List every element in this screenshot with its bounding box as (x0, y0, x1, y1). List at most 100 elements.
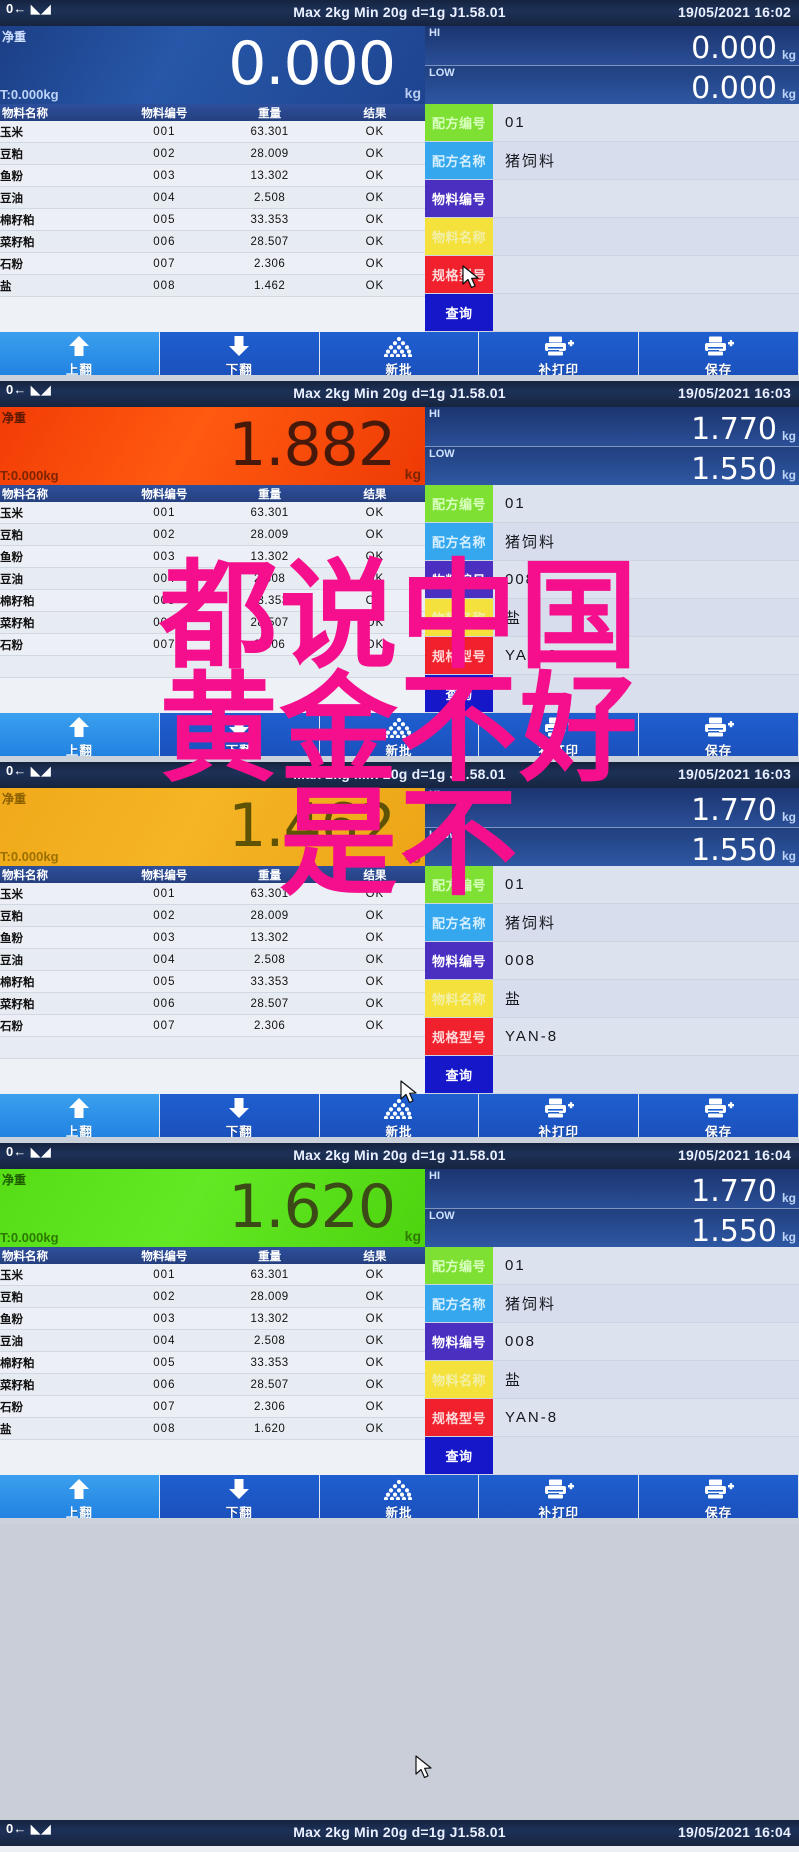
query-button[interactable]: 查询 (425, 1056, 493, 1093)
new-batch-button[interactable]: 新批 (319, 1475, 480, 1518)
table-row[interactable] (0, 655, 425, 678)
form-key-material-model[interactable]: 规格型号 (425, 1399, 493, 1436)
form-key-material-no[interactable]: 物料编号 (425, 180, 493, 217)
form-key-material-name[interactable]: 物料名称 (425, 599, 493, 636)
table-row[interactable]: 豆粕 002 28.009 OK (0, 523, 425, 546)
table-row[interactable]: 豆油 004 2.508 OK (0, 1329, 425, 1352)
reprint-button[interactable]: 补打印 (479, 1475, 640, 1518)
col-header-result: 结果 (324, 104, 425, 121)
form-value-material-name[interactable]: 盐 (493, 980, 799, 1017)
material-table: 物料名称 物料编号 重量 结果 玉米 001 63.301 OK 豆粕 002 28.009 OK 鱼粉… (0, 866, 425, 1059)
form-key-recipe-no[interactable]: 配方编号 (425, 1247, 493, 1284)
table-row[interactable]: 菜籽粕 006 28.507 OK (0, 992, 425, 1015)
form-value-material-no[interactable] (493, 180, 799, 217)
table-row[interactable]: 豆油 004 2.508 OK (0, 948, 425, 971)
form-value-material-no[interactable]: 008 (493, 561, 799, 598)
query-button[interactable]: 查询 (425, 675, 493, 712)
table-row[interactable]: 豆粕 002 28.009 OK (0, 1285, 425, 1308)
cell-weight: 63.301 (214, 883, 325, 905)
table-row[interactable]: 豆粕 002 28.009 OK (0, 904, 425, 927)
form-key-recipe-name[interactable]: 配方名称 (425, 1285, 493, 1322)
table-row[interactable]: 石粉 007 2.306 OK (0, 1395, 425, 1418)
table-row[interactable]: 菜籽粕 006 28.507 OK (0, 611, 425, 634)
form-key-material-model[interactable]: 规格型号 (425, 637, 493, 674)
table-row[interactable]: 棉籽粕 005 33.353 OK (0, 1351, 425, 1374)
table-row[interactable]: 豆油 004 2.508 OK (0, 186, 425, 209)
form-key-material-name[interactable]: 物料名称 (425, 218, 493, 255)
table-row[interactable]: 菜籽粕 006 28.507 OK (0, 230, 425, 253)
form-value-recipe-name[interactable]: 猪饲料 (493, 904, 799, 941)
table-row[interactable]: 盐 008 1.462 OK (0, 274, 425, 297)
form-value-material-name[interactable]: 盐 (493, 1361, 799, 1398)
form-key-recipe-no[interactable]: 配方编号 (425, 866, 493, 903)
form-value-recipe-name[interactable]: 猪饲料 (493, 142, 799, 179)
new-batch-button[interactable]: 新批 (319, 332, 480, 375)
table-row[interactable]: 石粉 007 2.306 OK (0, 1014, 425, 1037)
form-value-recipe-no[interactable]: 01 (493, 866, 799, 903)
form-key-material-no[interactable]: 物料编号 (425, 942, 493, 979)
table-row[interactable]: 鱼粉 003 13.302 OK (0, 926, 425, 949)
save-button[interactable]: 保存 (639, 1094, 799, 1137)
save-button[interactable]: 保存 (639, 713, 799, 756)
form-key-recipe-no[interactable]: 配方编号 (425, 485, 493, 522)
form-value-recipe-no[interactable]: 01 (493, 485, 799, 522)
table-row[interactable]: 棉籽粕 005 33.353 OK (0, 589, 425, 612)
form-key-recipe-name[interactable]: 配方名称 (425, 523, 493, 560)
form-key-material-model[interactable]: 规格型号 (425, 1018, 493, 1055)
table-row[interactable]: 石粉 007 2.306 OK (0, 633, 425, 656)
save-button[interactable]: 保存 (639, 1475, 799, 1518)
form-value-material-model[interactable] (493, 256, 799, 293)
form-value-recipe-no[interactable]: 01 (493, 104, 799, 141)
form-key-recipe-name[interactable]: 配方名称 (425, 904, 493, 941)
table-row[interactable]: 玉米 001 63.301 OK (0, 121, 425, 143)
form-key-material-no[interactable]: 物料编号 (425, 561, 493, 598)
table-row[interactable]: 豆粕 002 28.009 OK (0, 142, 425, 165)
form-key-recipe-no[interactable]: 配方编号 (425, 104, 493, 141)
form-value-recipe-name[interactable]: 猪饲料 (493, 523, 799, 560)
cell-material-name: 鱼粉 (0, 164, 115, 187)
save-button[interactable]: 保存 (639, 332, 799, 375)
table-row[interactable]: 玉米 001 63.301 OK (0, 883, 425, 905)
table-row[interactable]: 鱼粉 003 13.302 OK (0, 1307, 425, 1330)
form-value-material-model[interactable]: YAN-8 (493, 637, 799, 674)
form-value-material-model[interactable]: YAN-8 (493, 1399, 799, 1436)
page-up-button[interactable]: 上翻 (0, 1094, 160, 1137)
table-row[interactable]: 鱼粉 003 13.302 OK (0, 164, 425, 187)
table-row[interactable]: 玉米 001 63.301 OK (0, 502, 425, 524)
table-row[interactable] (0, 1036, 425, 1059)
query-button[interactable]: 查询 (425, 1437, 493, 1474)
page-down-button[interactable]: 下翻 (159, 332, 320, 375)
form-key-material-name[interactable]: 物料名称 (425, 1361, 493, 1398)
form-value-recipe-no[interactable]: 01 (493, 1247, 799, 1284)
query-button[interactable]: 查询 (425, 294, 493, 331)
form-value-material-name[interactable]: 盐 (493, 599, 799, 636)
table-row[interactable]: 盐 008 1.620 OK (0, 1417, 425, 1440)
page-up-button[interactable]: 上翻 (0, 332, 160, 375)
page-down-button[interactable]: 下翻 (159, 713, 320, 756)
table-row[interactable]: 棉籽粕 005 33.353 OK (0, 970, 425, 993)
table-row[interactable]: 棉籽粕 005 33.353 OK (0, 208, 425, 231)
reprint-button[interactable]: 补打印 (479, 332, 640, 375)
form-value-material-no[interactable]: 008 (493, 1323, 799, 1360)
page-up-button[interactable]: 上翻 (0, 713, 160, 756)
form-value-recipe-name[interactable]: 猪饲料 (493, 1285, 799, 1322)
reprint-button[interactable]: 补打印 (479, 713, 640, 756)
form-key-material-model[interactable]: 规格型号 (425, 256, 493, 293)
form-key-material-name[interactable]: 物料名称 (425, 980, 493, 1017)
reprint-button[interactable]: 补打印 (479, 1094, 640, 1137)
page-down-button[interactable]: 下翻 (159, 1475, 320, 1518)
new-batch-button[interactable]: 新批 (319, 1094, 480, 1137)
form-value-material-no[interactable]: 008 (493, 942, 799, 979)
table-row[interactable]: 玉米 001 63.301 OK (0, 1264, 425, 1286)
page-up-button[interactable]: 上翻 (0, 1475, 160, 1518)
form-value-material-model[interactable]: YAN-8 (493, 1018, 799, 1055)
form-value-material-name[interactable] (493, 218, 799, 255)
form-key-material-no[interactable]: 物料编号 (425, 1323, 493, 1360)
table-row[interactable]: 菜籽粕 006 28.507 OK (0, 1373, 425, 1396)
page-down-button[interactable]: 下翻 (159, 1094, 320, 1137)
new-batch-button[interactable]: 新批 (319, 713, 480, 756)
table-row[interactable]: 石粉 007 2.306 OK (0, 252, 425, 275)
table-row[interactable]: 鱼粉 003 13.302 OK (0, 545, 425, 568)
form-key-recipe-name[interactable]: 配方名称 (425, 142, 493, 179)
table-row[interactable]: 豆油 004 2.508 OK (0, 567, 425, 590)
